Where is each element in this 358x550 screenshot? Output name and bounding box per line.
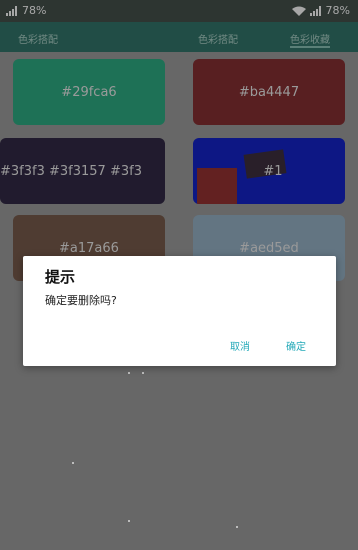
noise-dot xyxy=(236,526,238,528)
noise-dot xyxy=(72,462,74,464)
noise-dot xyxy=(142,372,144,374)
confirm-button[interactable]: 确定 xyxy=(286,338,306,353)
cancel-button[interactable]: 取消 xyxy=(230,338,250,353)
noise-dot xyxy=(128,520,130,522)
dialog-message: 确定要删除吗? xyxy=(45,294,117,307)
noise-dot xyxy=(128,372,130,374)
dialog-title: 提示 xyxy=(45,268,76,286)
confirm-dialog: 提示 确定要删除吗? 取消 确定 xyxy=(23,256,336,366)
